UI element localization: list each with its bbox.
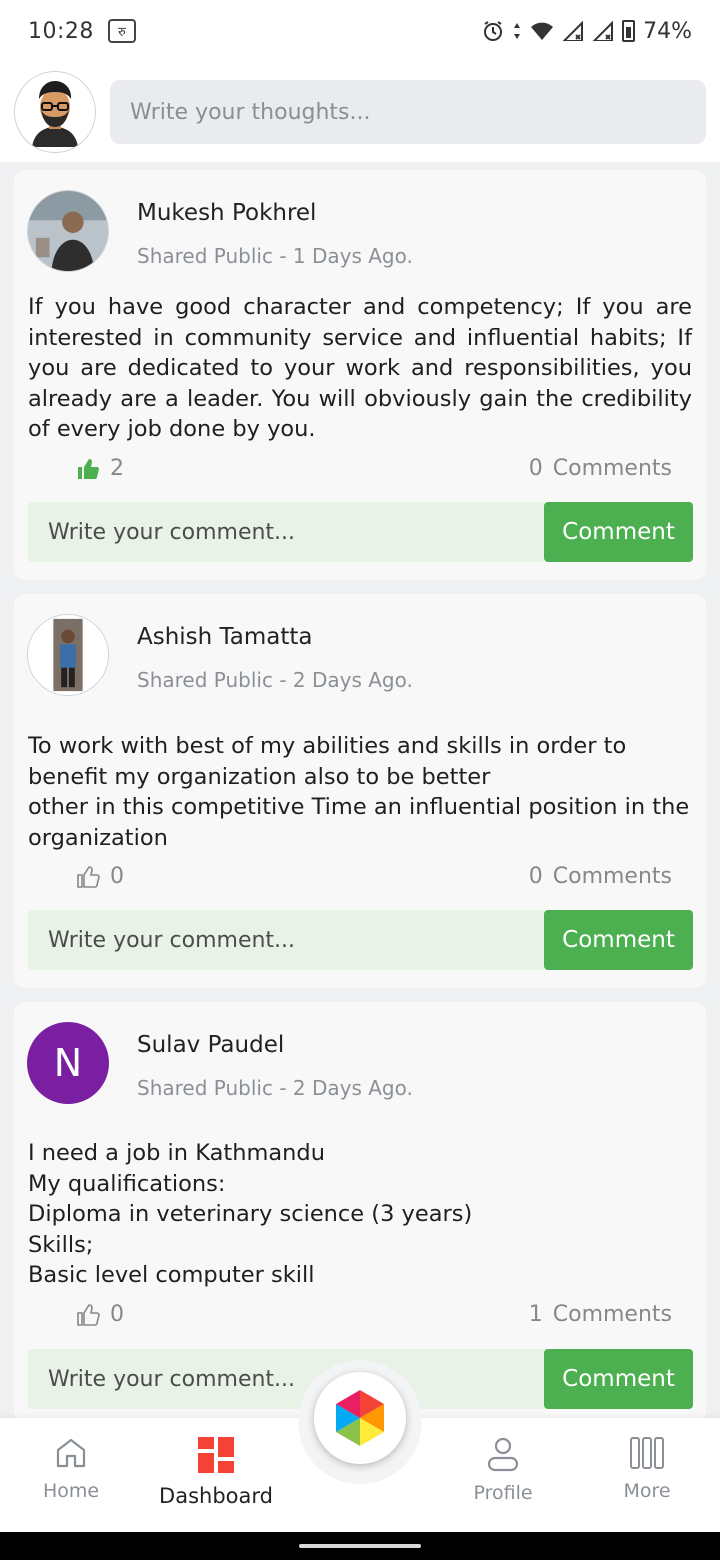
rupee-notification-icon: रु — [107, 19, 136, 43]
thoughts-input[interactable]: Write your thoughts... — [110, 80, 706, 144]
author-photo-icon — [28, 615, 108, 695]
author-avatar[interactable] — [27, 190, 109, 272]
nav-home-label: Home — [42, 1480, 100, 1502]
comments-count: 1 — [528, 1302, 543, 1327]
nav-profile-label: Profile — [473, 1482, 533, 1504]
dashboard-grid-icon — [198, 1437, 234, 1473]
nav-dashboard[interactable]: Dashboard — [156, 1436, 276, 1508]
post-card: Mukesh Pokhrel Shared Public - 1 Days Ag… — [14, 170, 706, 580]
hexagon-logo-icon — [336, 1390, 384, 1446]
nav-profile[interactable]: Profile — [443, 1436, 563, 1504]
comment-input[interactable]: Write your comment... — [28, 1349, 544, 1409]
comments-label: Comments — [552, 456, 672, 481]
like-count: 0 — [110, 864, 124, 889]
author-name[interactable]: Sulav Paudel — [137, 1032, 413, 1058]
like-count: 2 — [110, 456, 124, 481]
signal-icon — [562, 21, 584, 41]
comments-link[interactable]: 1 Comments — [529, 1302, 672, 1327]
post-text: If you have good character and competenc… — [28, 294, 692, 442]
battery-icon — [622, 20, 636, 42]
post-meta: Shared Public - 1 Days Ago. — [137, 244, 413, 268]
comments-link[interactable]: 0 Comments — [529, 456, 672, 481]
like-button[interactable]: 2 — [76, 456, 124, 481]
post-composer: Write your thoughts... — [0, 62, 720, 162]
thumbs-up-filled-icon — [78, 458, 99, 479]
home-indicator[interactable] — [299, 1544, 421, 1548]
home-icon — [56, 1438, 86, 1468]
post-card: N Sulav Paudel Shared Public - 2 Days Ag… — [14, 1002, 706, 1418]
nav-dashboard-label: Dashboard — [159, 1484, 273, 1508]
author-avatar[interactable] — [27, 614, 109, 696]
comment-button[interactable]: Comment — [544, 1349, 693, 1409]
alarm-icon — [484, 21, 503, 41]
comments-count: 0 — [528, 864, 543, 889]
more-columns-icon — [630, 1437, 664, 1469]
nav-more[interactable]: More — [587, 1436, 707, 1502]
profile-icon — [487, 1437, 519, 1472]
app-logo-fab[interactable] — [314, 1372, 406, 1464]
nav-home[interactable]: Home — [11, 1436, 131, 1502]
post-text: I need a job in Kathmandu My qualificati… — [28, 1140, 473, 1288]
comment-input[interactable]: Write your comment... — [28, 910, 544, 970]
signal-icon-2 — [592, 21, 614, 41]
comment-input[interactable]: Write your comment... — [28, 502, 544, 562]
nav-more-label: More — [623, 1480, 671, 1502]
author-name[interactable]: Mukesh Pokhrel — [137, 200, 413, 226]
like-button[interactable]: 0 — [76, 1302, 124, 1327]
battery-percent: 74% — [643, 18, 692, 44]
author-photo-icon — [28, 191, 108, 271]
comment-button[interactable]: Comment — [544, 910, 693, 970]
data-arrows-icon — [514, 23, 521, 39]
wifi-icon — [531, 22, 554, 40]
post-meta: Shared Public - 2 Days Ago. — [137, 668, 413, 692]
author-name[interactable]: Ashish Tamatta — [137, 624, 413, 650]
comments-label: Comments — [552, 1302, 672, 1327]
post-text: To work with best of my abilities and sk… — [28, 733, 690, 851]
like-count: 0 — [110, 1302, 124, 1327]
author-avatar[interactable]: N — [27, 1022, 109, 1104]
post-card: Ashish Tamatta Shared Public - 2 Days Ag… — [14, 594, 706, 988]
user-avatar-cartoon-icon — [32, 81, 78, 147]
my-avatar[interactable] — [14, 71, 96, 153]
status-time: 10:28 — [28, 18, 94, 44]
comments-count: 0 — [528, 456, 543, 481]
thumbs-up-outline-icon — [77, 865, 100, 888]
post-feed: Mukesh Pokhrel Shared Public - 1 Days Ag… — [0, 162, 720, 1418]
thumbs-up-outline-icon — [77, 1303, 100, 1326]
comments-link[interactable]: 0 Comments — [529, 864, 672, 889]
like-button[interactable]: 0 — [76, 864, 124, 889]
status-bar: 10:28 रु 74% — [0, 0, 720, 62]
comment-button[interactable]: Comment — [544, 502, 693, 562]
post-meta: Shared Public - 2 Days Ago. — [137, 1076, 413, 1100]
comments-label: Comments — [552, 864, 672, 889]
